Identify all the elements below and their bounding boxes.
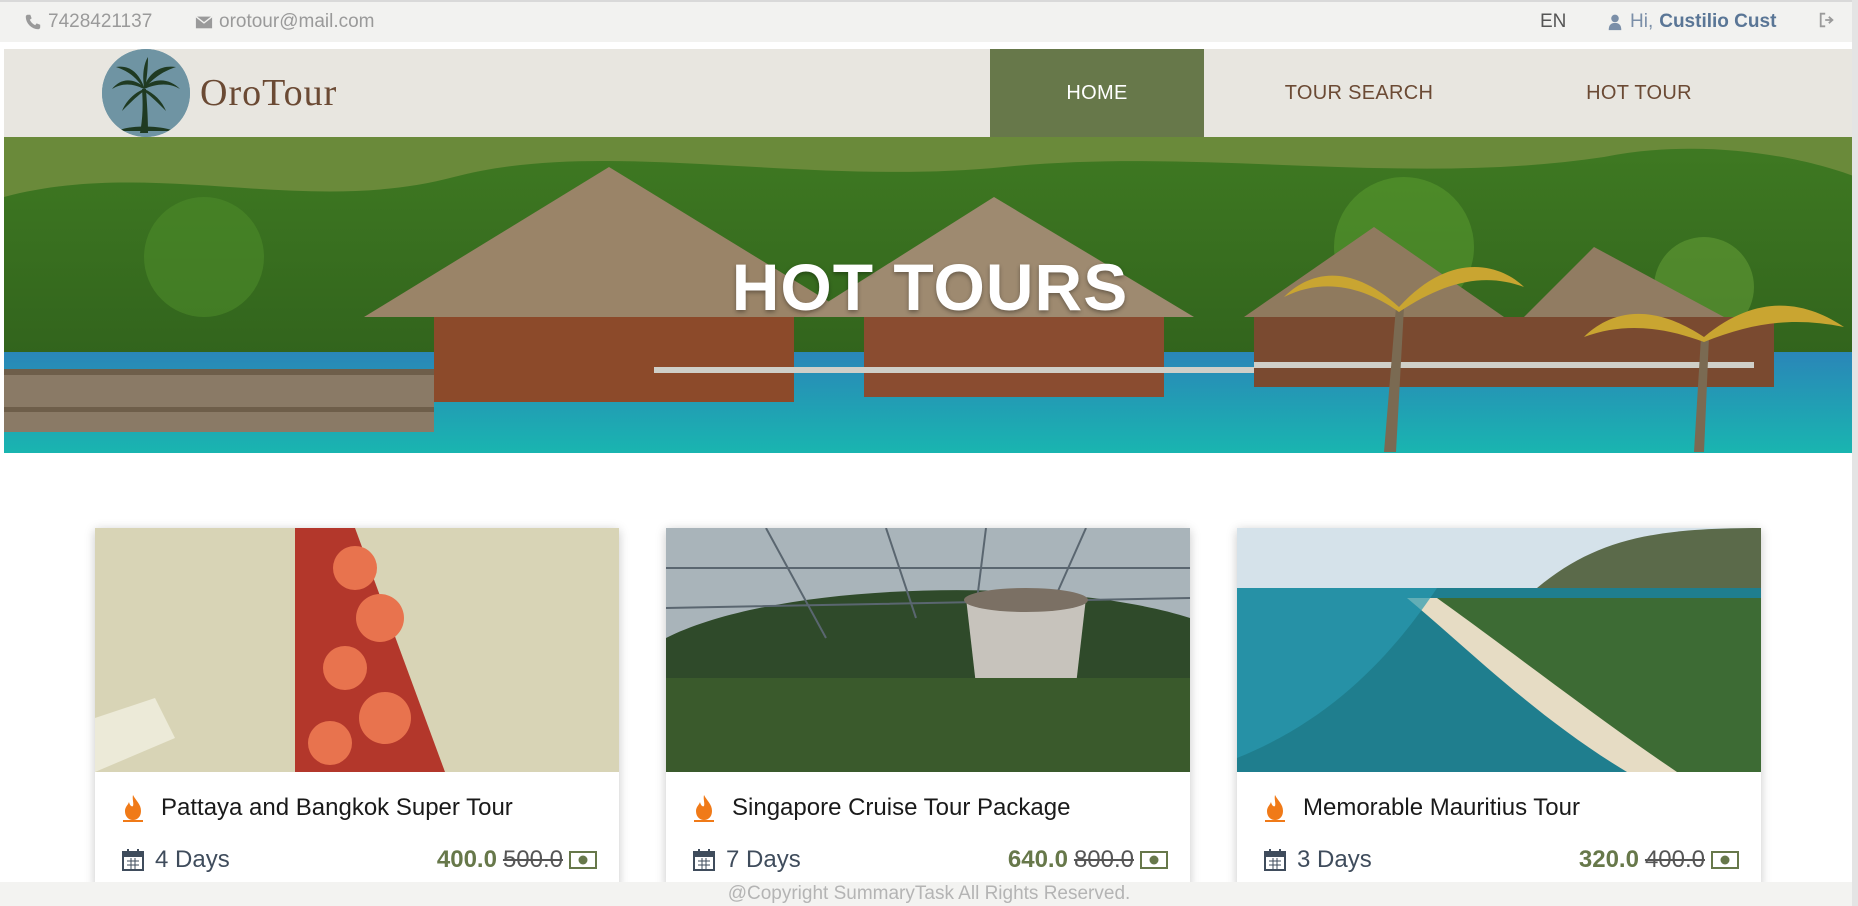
flame-icon <box>1265 795 1285 822</box>
nav-tour-search[interactable]: TOUR SEARCH <box>1204 49 1514 137</box>
tour-price-old: 500.0 <box>502 846 563 873</box>
flame-icon <box>694 795 714 822</box>
tour-duration: 3 Days <box>1263 846 1372 874</box>
hero-banner: HOT TOURS <box>4 137 1856 453</box>
nav-home[interactable]: HOME <box>990 49 1204 137</box>
tour-card[interactable]: Pattaya and Bangkok Super Tour 4 Days 40… <box>95 528 619 888</box>
tour-card[interactable]: Singapore Cruise Tour Package 7 Days 640… <box>666 528 1190 888</box>
palm-logo[interactable] <box>102 49 190 137</box>
logout-icon[interactable] <box>1818 11 1836 29</box>
tour-photo-beach[interactable] <box>1237 528 1761 772</box>
tour-price-old: 400.0 <box>1644 846 1705 873</box>
language-selector[interactable]: EN <box>1540 11 1566 33</box>
user-icon <box>1608 14 1622 31</box>
tour-price-current: 320.0 <box>1578 846 1639 873</box>
phone-number: 7428421137 <box>48 11 153 32</box>
phone-icon <box>25 14 41 30</box>
tour-title-row: Singapore Cruise Tour Package <box>692 794 1070 822</box>
brand-name[interactable]: OroTour <box>200 71 337 115</box>
phone-contact: 7428421137 <box>24 11 152 33</box>
tour-days: 3 Days <box>1297 846 1372 873</box>
money-icon <box>1711 851 1739 869</box>
footer-copyright: @Copyright SummaryTask All Rights Reserv… <box>0 882 1858 906</box>
tour-title-row: Memorable Mauritius Tour <box>1263 794 1580 822</box>
tour-duration: 7 Days <box>692 846 801 874</box>
email-contact[interactable]: orotour@mail.com <box>195 11 375 33</box>
palm-tree-icon <box>102 49 190 137</box>
email-address[interactable]: orotour@mail.com <box>219 11 375 33</box>
tour-duration: 4 Days <box>121 846 230 874</box>
greeting-text: Hi, <box>1630 11 1654 32</box>
tour-price: 400.0 500.0 <box>437 846 597 874</box>
tour-photo-dome[interactable] <box>666 528 1190 772</box>
calendar-icon <box>122 849 144 871</box>
tour-price: 640.0 800.0 <box>1008 846 1168 874</box>
envelope-icon <box>195 16 213 29</box>
hero-title: HOT TOURS <box>731 250 1129 324</box>
calendar-icon <box>693 849 715 871</box>
language-label[interactable]: EN <box>1540 11 1566 33</box>
tour-title[interactable]: Memorable Mauritius Tour <box>1303 794 1580 822</box>
contact-bar: 7428421137 orotour@mail.com EN Hi, Custi… <box>0 0 1858 42</box>
tour-price-current: 640.0 <box>1007 846 1068 873</box>
window-edge <box>1852 0 1858 906</box>
tour-price-current: 400.0 <box>436 846 497 873</box>
main-navbar: OroTour HOME TOUR SEARCH HOT TOUR <box>4 49 1856 137</box>
tour-price: 320.0 400.0 <box>1579 846 1739 874</box>
flame-icon <box>123 795 143 822</box>
nav-hot-tour[interactable]: HOT TOUR <box>1514 49 1764 137</box>
tour-price-old: 800.0 <box>1073 846 1134 873</box>
tour-title[interactable]: Pattaya and Bangkok Super Tour <box>161 794 513 822</box>
calendar-icon <box>1264 849 1286 871</box>
money-icon <box>1140 851 1168 869</box>
tour-title[interactable]: Singapore Cruise Tour Package <box>732 794 1070 822</box>
tour-photo-boat[interactable] <box>95 528 619 772</box>
tour-days: 4 Days <box>155 846 230 873</box>
tour-title-row: Pattaya and Bangkok Super Tour <box>121 794 513 822</box>
tour-days: 7 Days <box>726 846 801 873</box>
logout-button[interactable] <box>1818 11 1836 29</box>
user-greeting[interactable]: Hi, Custilio Cust <box>1606 11 1776 33</box>
tour-card[interactable]: Memorable Mauritius Tour 3 Days 320.0 40… <box>1237 528 1761 888</box>
money-icon <box>569 851 597 869</box>
user-name[interactable]: Custilio Cust <box>1659 11 1776 33</box>
